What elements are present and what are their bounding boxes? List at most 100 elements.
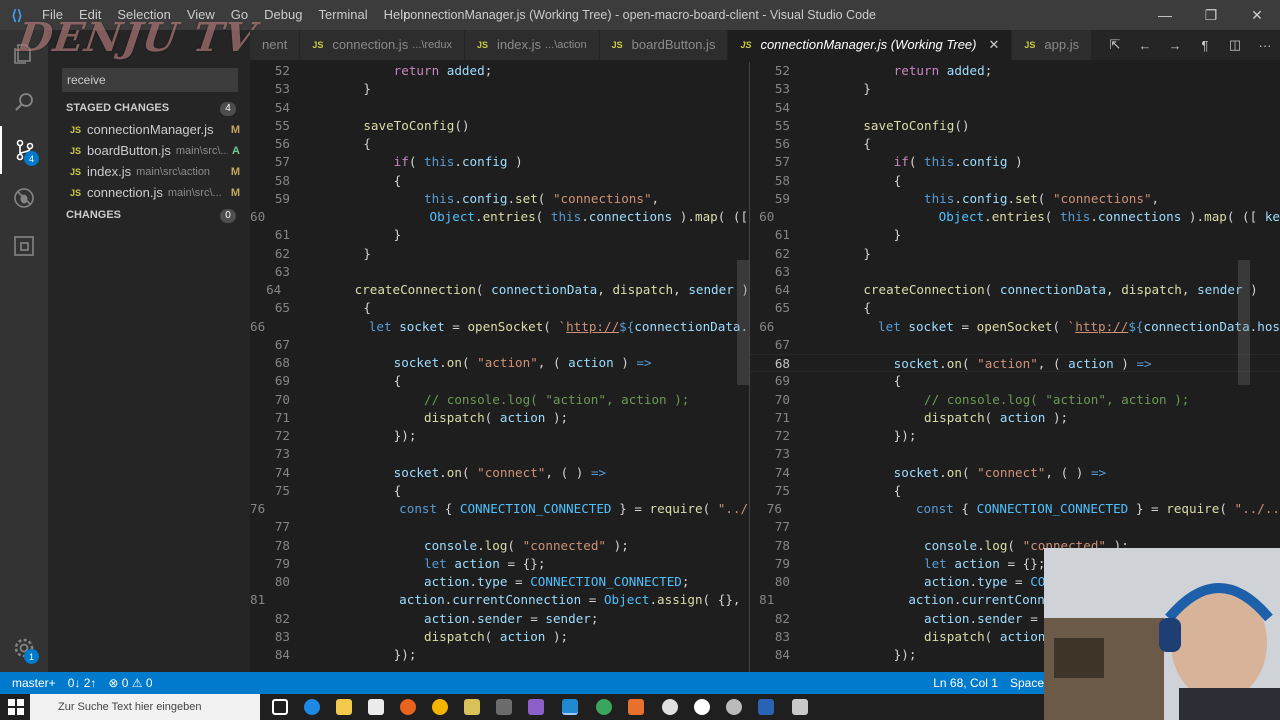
diff-editor-original[interactable]: 52 return added; 53 } 54 55 saveToConfig() 5…	[250, 62, 749, 672]
git-kraken-icon[interactable]	[596, 699, 612, 715]
code-text[interactable]: const { CONNECTION_CONNECTED } = require…	[782, 500, 1280, 518]
code-line[interactable]: 69 {	[250, 372, 749, 390]
code-line[interactable]: 72 });	[250, 427, 749, 445]
menu-help[interactable]: Help	[376, 0, 419, 30]
whitespace-icon[interactable]: ¶	[1190, 38, 1220, 53]
code-line[interactable]: 57 if( this.config )	[750, 153, 1280, 171]
sync-indicator[interactable]: 0↓ 2↑	[68, 676, 97, 690]
code-line[interactable]: 64 createConnection( connectionData, dis…	[750, 281, 1280, 299]
commit-message-input[interactable]: receive	[62, 68, 238, 92]
code-line[interactable]: 55 saveToConfig()	[250, 117, 749, 135]
store-icon[interactable]	[368, 699, 384, 715]
tab-connection-js[interactable]: JS connection.js ...\redux	[300, 30, 465, 60]
powershell-icon[interactable]	[758, 699, 774, 715]
code-text[interactable]: }	[790, 226, 902, 244]
code-line[interactable]: 83 dispatch( action );	[250, 628, 749, 646]
code-text[interactable]: return added;	[790, 62, 993, 80]
code-line[interactable]: 74 socket.on( "connect", ( ) =>	[750, 464, 1280, 482]
code-line[interactable]: 77	[250, 518, 749, 536]
code-text[interactable]: }	[790, 80, 871, 98]
code-line[interactable]: 71 dispatch( action );	[250, 409, 749, 427]
code-text[interactable]: }	[290, 245, 371, 263]
code-text[interactable]: let socket = openSocket( `http://${conne…	[265, 318, 749, 336]
code-text[interactable]: }	[790, 245, 871, 263]
code-line[interactable]: 70 // console.log( "action", action );	[750, 391, 1280, 409]
obs-icon[interactable]	[694, 699, 710, 715]
split-editor-icon[interactable]: ◫	[1220, 37, 1250, 53]
menu-selection[interactable]: Selection	[109, 0, 178, 30]
settings-app-icon[interactable]	[726, 699, 742, 715]
code-line[interactable]: 63	[250, 263, 749, 281]
code-line[interactable]: 74 socket.on( "connect", ( ) =>	[250, 464, 749, 482]
code-text[interactable]	[290, 445, 333, 463]
code-line[interactable]: 73	[750, 445, 1280, 463]
code-line[interactable]: 75 {	[750, 482, 1280, 500]
code-text[interactable]: });	[290, 646, 417, 664]
media-player-icon[interactable]	[464, 699, 480, 715]
code-line[interactable]: 78 console.log( "connected" );	[250, 537, 749, 555]
code-text[interactable]	[290, 99, 333, 117]
code-text[interactable]: const { CONNECTION_CONNECTED } = require…	[265, 500, 749, 518]
keepass-icon[interactable]	[662, 699, 678, 715]
code-line[interactable]: 80 action.type = CONNECTION_CONNECTED;	[250, 573, 749, 591]
cursor-position[interactable]: Ln 68, Col 1	[933, 676, 998, 690]
previous-change-icon[interactable]: ←	[1130, 38, 1160, 53]
code-text[interactable]: dispatch( action );	[290, 409, 568, 427]
windows-start-icon[interactable]	[8, 699, 24, 715]
code-line[interactable]: 65 {	[750, 299, 1280, 317]
code-line[interactable]: 54	[250, 99, 749, 117]
file-explorer-icon[interactable]	[336, 699, 352, 715]
code-text[interactable]	[290, 518, 333, 536]
code-line[interactable]: 60 Object.entries( this.connections ).ma…	[250, 208, 749, 226]
visual-studio-icon[interactable]	[528, 699, 544, 715]
menu-view[interactable]: View	[179, 0, 223, 30]
code-line[interactable]: 54	[750, 99, 1280, 117]
code-text[interactable]: console.log( "connected" );	[290, 537, 629, 555]
code-line[interactable]: 71 dispatch( action );	[750, 409, 1280, 427]
code-line[interactable]: 61 }	[750, 226, 1280, 244]
code-line[interactable]: 60 Object.entries( this.connections ).ma…	[750, 208, 1280, 226]
code-line[interactable]: 67	[250, 336, 749, 354]
xampp-icon[interactable]	[628, 699, 644, 715]
code-line[interactable]: 61 }	[250, 226, 749, 244]
chrome-icon[interactable]	[432, 699, 448, 715]
code-line[interactable]: 59 this.config.set( "connections",	[250, 190, 749, 208]
problems-indicator[interactable]: ⊗ 0 ⚠ 0	[108, 676, 152, 690]
code-line[interactable]: 66 let socket = openSocket( `http://${co…	[250, 318, 749, 336]
code-text[interactable]: });	[790, 427, 917, 445]
code-text[interactable]: {	[290, 372, 402, 390]
code-text[interactable]: this.config.set( "connections",	[790, 190, 1159, 208]
code-text[interactable]: {	[290, 299, 371, 317]
code-line[interactable]: 70 // console.log( "action", action );	[250, 391, 749, 409]
code-text[interactable]: dispatch( action );	[790, 628, 1068, 646]
code-line[interactable]: 63	[750, 263, 1280, 281]
code-line[interactable]: 56 {	[750, 135, 1280, 153]
code-text[interactable]: return added;	[290, 62, 493, 80]
code-line[interactable]: 77	[750, 518, 1280, 536]
code-text[interactable]: {	[290, 135, 371, 153]
code-text[interactable]: Object.entries( this.connections ).map( …	[774, 208, 1280, 226]
tab-connectionmanager-js[interactable]: JS connectionManager.js (Working Tree) ✕	[728, 30, 1013, 60]
code-line[interactable]: 62 }	[250, 245, 749, 263]
code-line[interactable]: 65 {	[250, 299, 749, 317]
code-text[interactable]: socket.on( "connect", ( ) =>	[790, 464, 1106, 482]
menu-go[interactable]: Go	[223, 0, 256, 30]
menu-debug[interactable]: Debug	[256, 0, 310, 30]
code-line[interactable]: 68 socket.on( "action", ( action ) =>	[750, 354, 1280, 373]
code-text[interactable]	[790, 336, 833, 354]
code-text[interactable]: action.type = CONNECTION_CONNECTED;	[290, 573, 689, 591]
code-line[interactable]: 62 }	[750, 245, 1280, 263]
edge-icon[interactable]	[304, 699, 320, 715]
terminal-icon[interactable]	[496, 699, 512, 715]
next-change-icon[interactable]: →	[1160, 38, 1190, 53]
code-text[interactable]: createConnection( connectionData, dispat…	[281, 281, 749, 299]
code-line[interactable]: 58 {	[250, 172, 749, 190]
more-actions-icon[interactable]: ···	[1250, 38, 1280, 53]
code-text[interactable]: // console.log( "action", action );	[290, 391, 689, 409]
taskbar-search-input[interactable]: Zur Suche Text hier eingeben	[30, 694, 260, 720]
code-text[interactable]: {	[790, 172, 902, 190]
code-line[interactable]: 56 {	[250, 135, 749, 153]
source-control-icon[interactable]: 4	[0, 126, 48, 174]
maximize-icon[interactable]: ❐	[1188, 0, 1234, 30]
debug-icon[interactable]	[0, 174, 48, 222]
